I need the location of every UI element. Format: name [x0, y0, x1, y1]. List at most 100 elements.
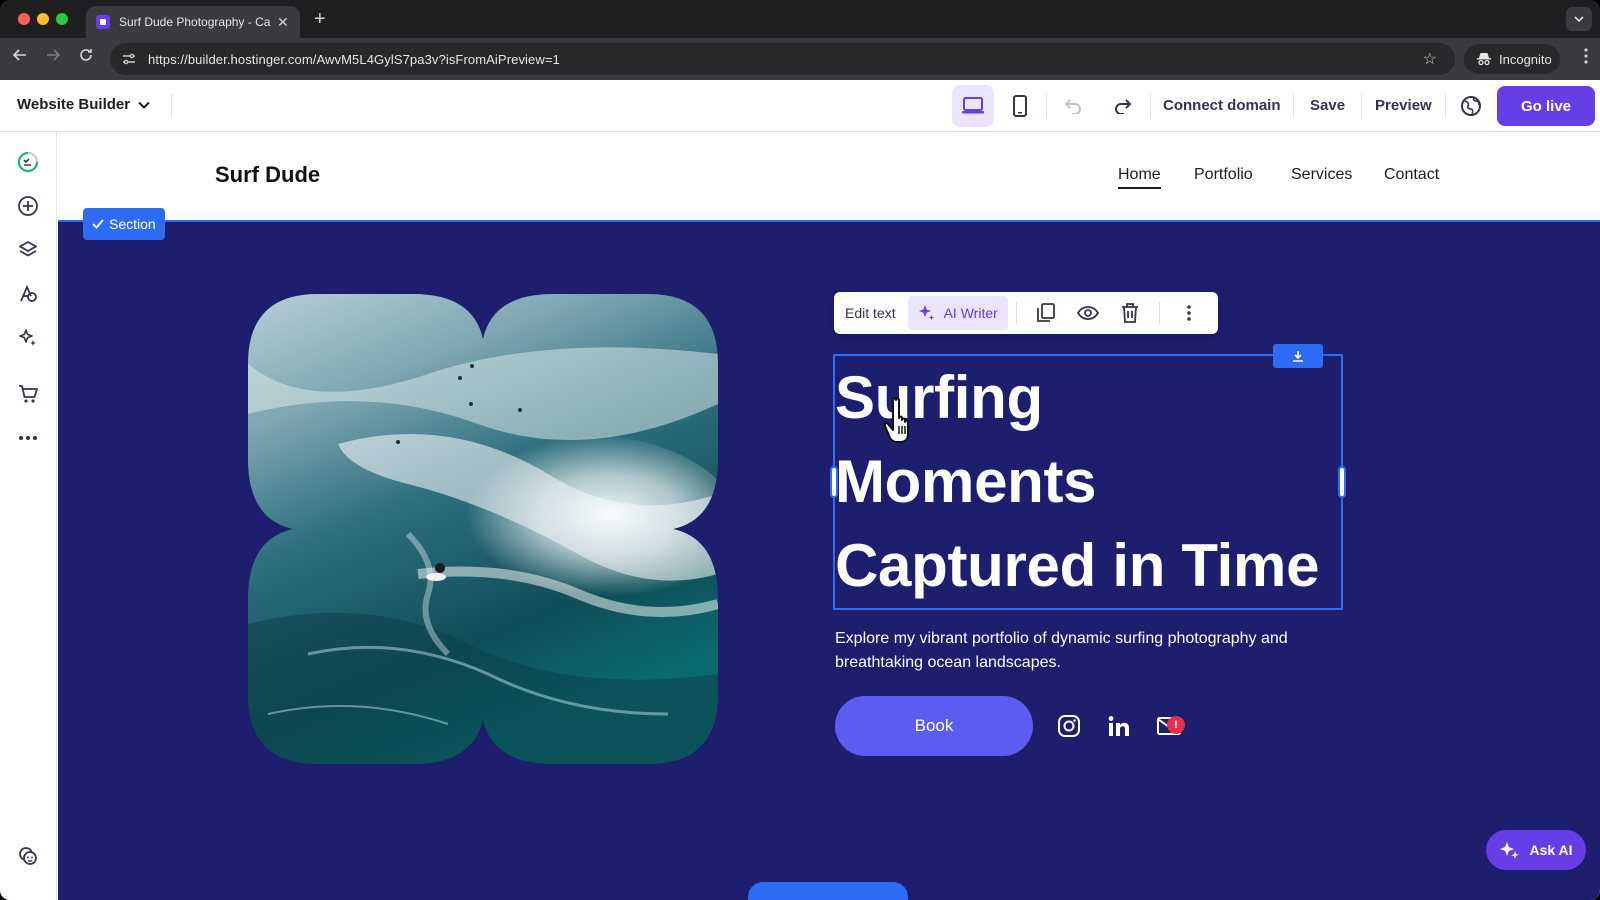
- maximize-window-button[interactable]: [56, 13, 68, 25]
- divider: [171, 94, 172, 118]
- new-tab-button[interactable]: +: [314, 8, 326, 31]
- text-element-toolbar: Edit text AI Writer: [834, 292, 1218, 334]
- hostinger-favicon-icon: [96, 15, 110, 29]
- incognito-label: Incognito: [1499, 51, 1552, 67]
- minimize-window-button[interactable]: [37, 13, 49, 25]
- builder-top-bar: Website Builder Connect domain Save Prev…: [0, 80, 1600, 132]
- redo-button[interactable]: [1102, 85, 1144, 127]
- laptop-icon: [962, 97, 984, 114]
- builder-menu-dropdown[interactable]: Website Builder: [17, 96, 150, 113]
- ai-writer-label: AI Writer: [943, 305, 998, 321]
- site-header[interactable]: Surf Dude Home Portfolio Services Contac…: [58, 132, 1600, 220]
- chevron-down-icon: [1574, 16, 1584, 22]
- kebab-menu-icon: [1584, 48, 1588, 64]
- hero-title-line: Moments: [835, 448, 1097, 515]
- more-icon[interactable]: [16, 426, 40, 450]
- nav-contact[interactable]: Contact: [1384, 166, 1439, 184]
- undo-button[interactable]: [1052, 85, 1094, 127]
- ask-ai-label: Ask AI: [1529, 842, 1573, 858]
- connect-domain-button[interactable]: Connect domain: [1163, 97, 1281, 114]
- check-icon: [92, 219, 104, 229]
- site-logo[interactable]: Surf Dude: [215, 162, 320, 188]
- help-icon[interactable]: [16, 844, 40, 868]
- desktop-view-button[interactable]: [952, 85, 994, 127]
- layers-icon[interactable]: [16, 238, 40, 262]
- hero-title-line: Captured in Time: [835, 532, 1320, 599]
- nav-portfolio[interactable]: Portfolio: [1194, 166, 1253, 184]
- checklist-icon[interactable]: [16, 150, 40, 174]
- divider: [1046, 94, 1047, 118]
- next-section-button[interactable]: [748, 882, 908, 900]
- ai-tools-icon[interactable]: [16, 326, 40, 350]
- globe-icon: [1461, 96, 1481, 116]
- mobile-view-button[interactable]: [999, 85, 1041, 127]
- divider: [1361, 94, 1362, 118]
- editor-canvas: Surf Dude Home Portfolio Services Contac…: [58, 132, 1600, 900]
- preview-button[interactable]: Preview: [1375, 97, 1432, 114]
- go-live-button[interactable]: Go live: [1497, 86, 1595, 126]
- site-settings-icon: [123, 53, 135, 65]
- browser-tab[interactable]: Surf Dude Photography - Cap ✕: [86, 6, 300, 38]
- delete-button[interactable]: [1113, 296, 1147, 330]
- divider: [1293, 94, 1294, 118]
- close-window-button[interactable]: [18, 13, 30, 25]
- ai-writer-button[interactable]: AI Writer: [907, 296, 1008, 330]
- reload-icon: [80, 49, 92, 61]
- kebab-menu-icon: [1186, 305, 1191, 321]
- sparkle-icon: [918, 305, 934, 320]
- forward-button[interactable]: [41, 47, 65, 68]
- arrow-left-icon: [12, 49, 26, 61]
- divider: [1015, 302, 1017, 324]
- linkedin-icon[interactable]: [1105, 712, 1133, 740]
- reload-button[interactable]: [74, 47, 98, 68]
- save-button[interactable]: Save: [1310, 97, 1345, 114]
- language-button[interactable]: [1450, 85, 1492, 127]
- book-button[interactable]: Book: [835, 696, 1033, 756]
- incognito-indicator[interactable]: Incognito: [1464, 44, 1560, 74]
- visibility-button[interactable]: [1071, 296, 1105, 330]
- redo-icon: [1115, 99, 1132, 114]
- divider: [1150, 94, 1151, 118]
- url-text: https://builder.hostinger.com/AwvM5L4Gyl…: [148, 51, 560, 67]
- back-button[interactable]: [8, 47, 32, 68]
- section-badge[interactable]: Section: [83, 208, 165, 240]
- trash-icon: [1121, 303, 1138, 323]
- hero-subtitle[interactable]: Explore my vibrant portfolio of dynamic …: [835, 627, 1335, 675]
- instagram-icon[interactable]: [1055, 712, 1083, 740]
- chevron-down-icon: [138, 101, 150, 109]
- browser-menu-button[interactable]: [1584, 48, 1588, 69]
- phone-icon: [1013, 95, 1027, 117]
- arrow-right-icon: [47, 49, 61, 61]
- styles-icon[interactable]: [16, 282, 40, 306]
- builder-sidebar: [0, 132, 57, 900]
- hero-title[interactable]: Surfing Moments Captured in Time: [835, 356, 1355, 608]
- bookmark-star-icon[interactable]: ☆: [1423, 49, 1437, 69]
- copy-icon: [1036, 303, 1055, 322]
- nav-home[interactable]: Home: [1118, 166, 1161, 189]
- duplicate-button[interactable]: [1029, 296, 1063, 330]
- more-options-button[interactable]: [1172, 296, 1206, 330]
- address-bar[interactable]: https://builder.hostinger.com/AwvM5L4Gyl…: [110, 43, 1455, 75]
- website-builder-app: Website Builder Connect domain Save Prev…: [0, 80, 1600, 900]
- store-icon[interactable]: [16, 382, 40, 406]
- browser-window: Surf Dude Photography - Cap ✕ + https://…: [0, 0, 1600, 900]
- browser-toolbar: https://builder.hostinger.com/AwvM5L4Gyl…: [0, 38, 1600, 80]
- hero-section[interactable]: Section Edit text AI Writer Surfing Mome…: [58, 208, 1600, 900]
- section-badge-label: Section: [109, 216, 156, 232]
- close-tab-icon[interactable]: ✕: [277, 14, 289, 31]
- divider: [1445, 94, 1446, 118]
- tab-search-button[interactable]: [1566, 7, 1592, 31]
- divider: [1158, 302, 1160, 324]
- edit-text-button[interactable]: Edit text: [845, 305, 896, 321]
- hero-image[interactable]: [248, 294, 718, 764]
- notification-badge: !: [1167, 716, 1185, 734]
- browser-tab-bar: Surf Dude Photography - Cap ✕ +: [0, 0, 1600, 38]
- tab-title: Surf Dude Photography - Cap: [119, 15, 271, 29]
- surf-photo-image: [248, 294, 718, 764]
- builder-title: Website Builder: [17, 96, 131, 113]
- nav-services[interactable]: Services: [1291, 166, 1352, 184]
- ask-ai-button[interactable]: Ask AI: [1486, 830, 1586, 870]
- add-element-icon[interactable]: [16, 194, 40, 218]
- hand-cursor-icon: [883, 396, 924, 449]
- ai-spark-icon: [1500, 842, 1520, 859]
